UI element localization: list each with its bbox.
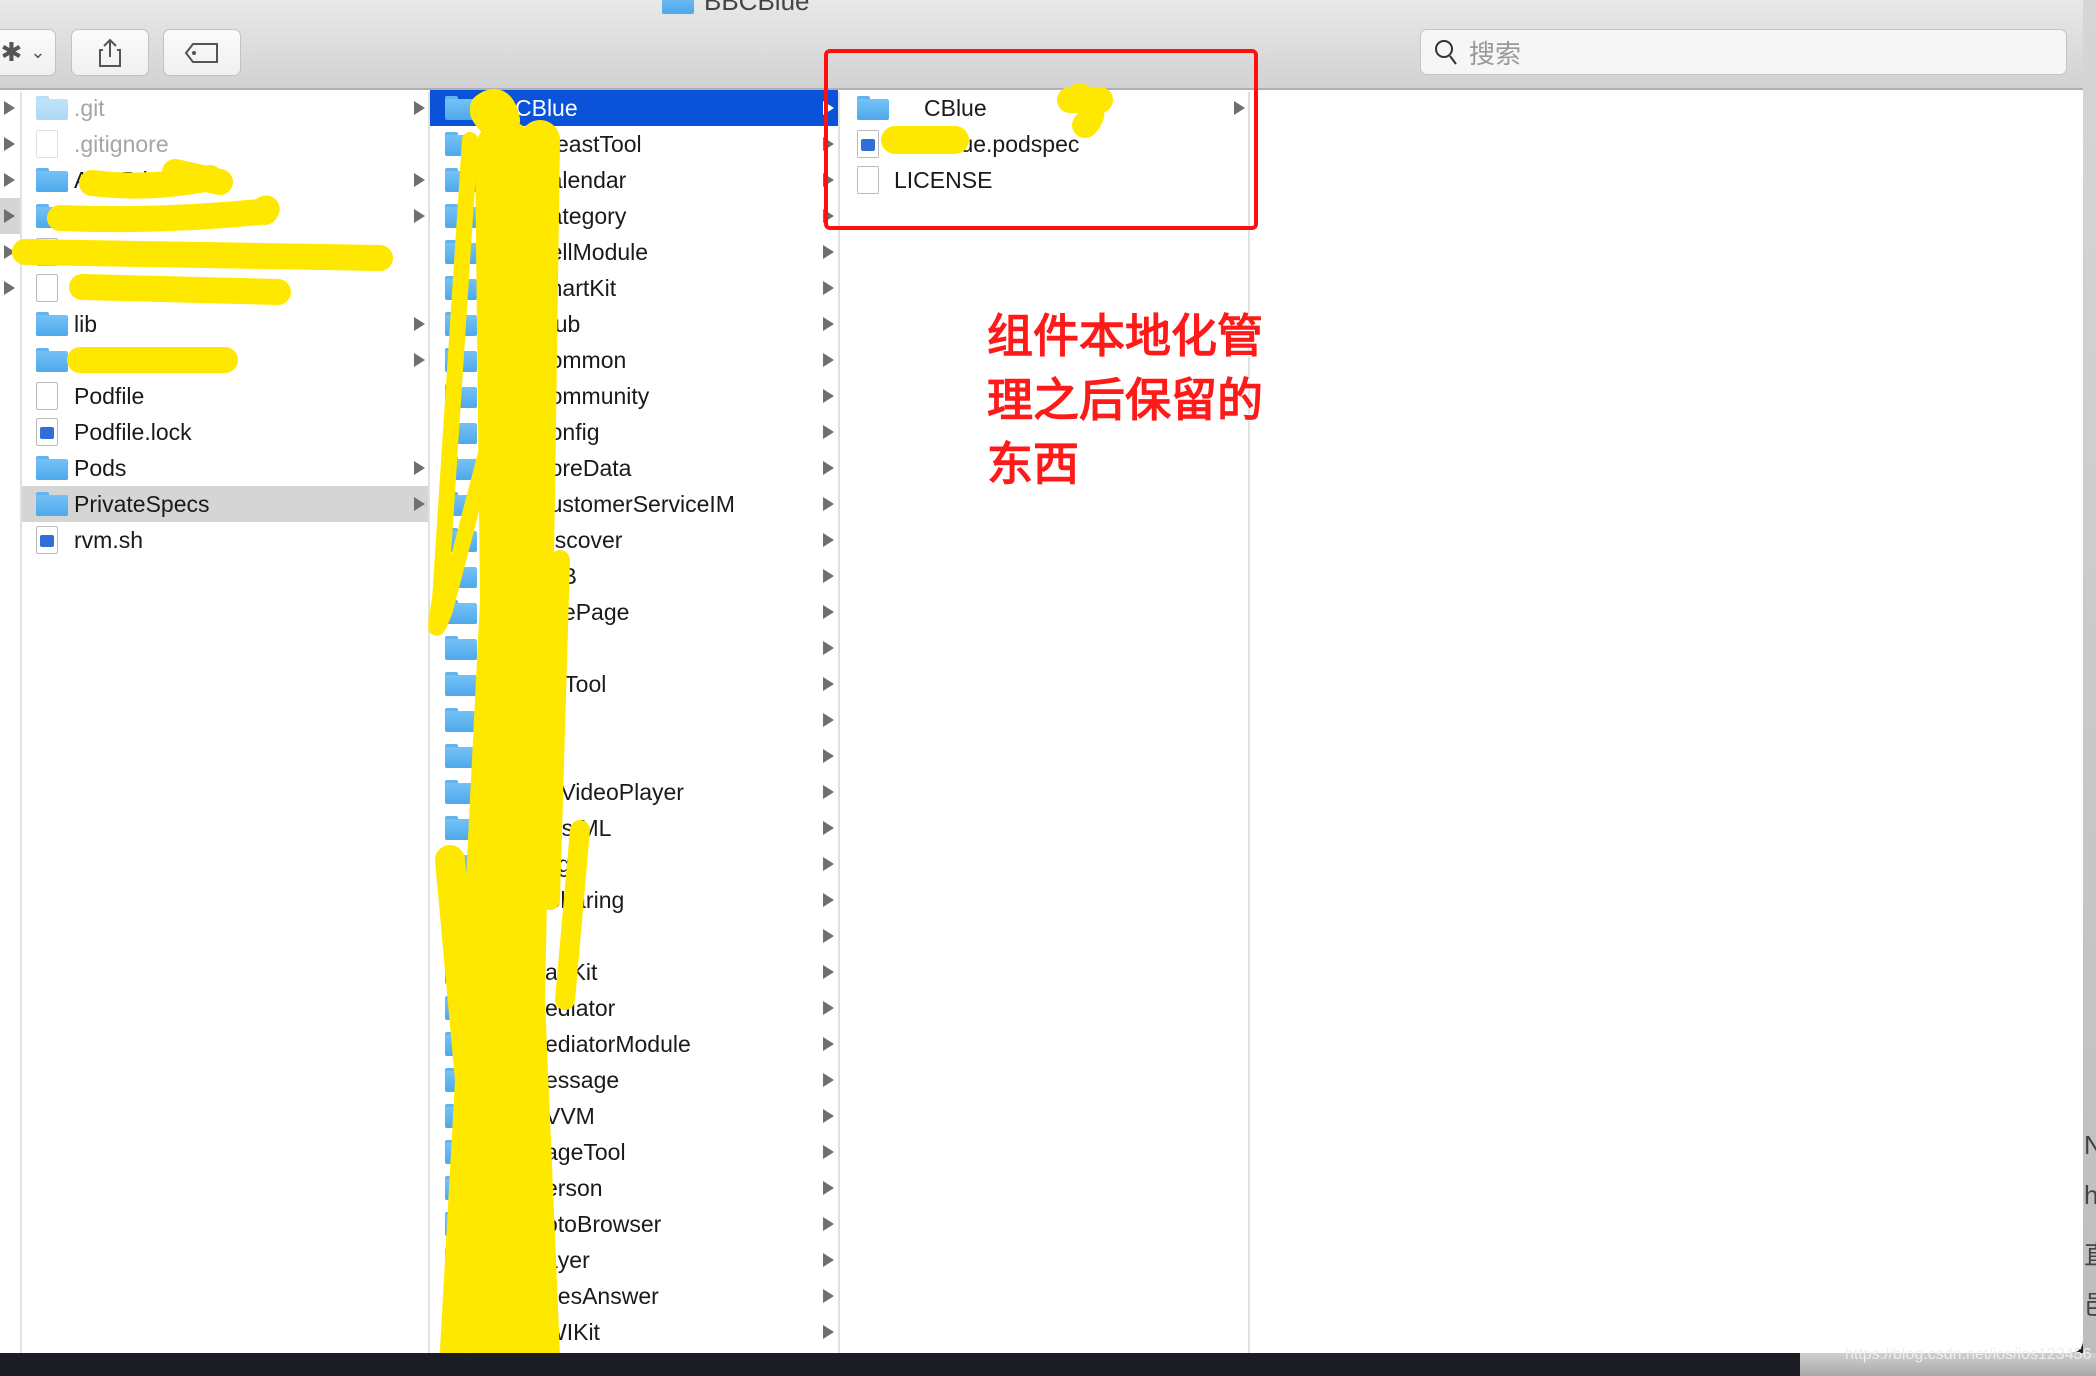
background-text: 直 [2084, 1235, 2096, 1272]
annotation-note: 组件本地化管 理之后保留的 东西 [987, 304, 1263, 496]
background-text: N [2084, 1130, 2096, 1160]
annotation-line: 组件本地化管 [987, 309, 1263, 363]
annotation-line: 东西 [987, 437, 1079, 491]
annotation-highlight-box [824, 49, 1258, 230]
background-text: 邑 [2084, 1285, 2096, 1322]
annotation-line: 理之后保留的 [987, 373, 1263, 427]
finder-window: BBCBlue ✱ ⌄ 搜索 .git .gitignore AutoP ing Bea… [0, 0, 2083, 1353]
watermark: https://blog.csdn.net/ios/ios123456 [1845, 1346, 2092, 1363]
background-text: h [2084, 1180, 2096, 1210]
